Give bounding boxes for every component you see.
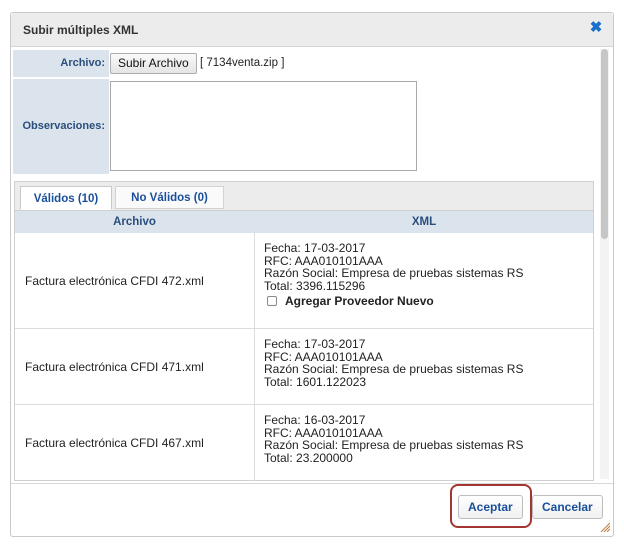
table-row: Factura electrónica CFDI 471.xml Fecha: … bbox=[15, 329, 593, 405]
row-file-name: Factura electrónica CFDI 467.xml bbox=[25, 436, 204, 450]
cancelar-button[interactable]: Cancelar bbox=[532, 495, 603, 519]
row-file-name: Factura electrónica CFDI 471.xml bbox=[25, 360, 204, 374]
row-xml-info: Fecha: 16-03-2017 RFC: AAA010101AAA Razó… bbox=[264, 414, 523, 464]
subir-archivo-button[interactable]: Subir Archivo bbox=[110, 53, 197, 74]
row-fecha: Fecha: 16-03-2017 bbox=[264, 413, 366, 427]
dialog-titlebar[interactable]: Subir múltiples XML ✖ bbox=[11, 13, 613, 47]
content-scrollbar[interactable] bbox=[600, 49, 609, 479]
agregar-proveedor-checkbox[interactable] bbox=[267, 296, 277, 307]
dialog-resize-icon[interactable] bbox=[600, 522, 610, 532]
row-razon-social: Razón Social: Empresa de pruebas sistema… bbox=[264, 438, 524, 452]
table-row: Factura electrónica CFDI 472.xml Fecha: … bbox=[15, 233, 593, 329]
dialog-content: Archivo: Subir Archivo [ 7134venta.zip ]… bbox=[11, 47, 599, 481]
observaciones-label: Observaciones: bbox=[13, 79, 109, 174]
column-divider bbox=[254, 329, 255, 404]
table-row: Factura electrónica CFDI 467.xml Fecha: … bbox=[15, 405, 593, 481]
column-header-xml: XML bbox=[411, 216, 437, 228]
subir-xml-dialog: Subir múltiples XML ✖ Archivo: Subir Arc… bbox=[10, 12, 614, 537]
dialog-title: Subir múltiples XML bbox=[23, 23, 139, 37]
uploaded-file-name: [ 7134venta.zip ] bbox=[200, 57, 285, 69]
column-header-archivo: Archivo bbox=[113, 216, 156, 228]
results-tabs: Válidos (10) No Válidos (0) Archivo XML … bbox=[14, 181, 594, 481]
archivo-label: Archivo: bbox=[13, 50, 109, 77]
tab-bar: Válidos (10) No Válidos (0) bbox=[15, 182, 593, 211]
row-fecha: Fecha: 17-03-2017 bbox=[264, 337, 366, 351]
row-razon-social: Razón Social: Empresa de pruebas sistema… bbox=[264, 266, 524, 280]
close-icon[interactable]: ✖ bbox=[589, 20, 603, 35]
scrollbar-thumb[interactable] bbox=[601, 49, 608, 239]
row-xml-info: Fecha: 17-03-2017 RFC: AAA010101AAA Razó… bbox=[264, 338, 523, 388]
row-xml-info: Fecha: 17-03-2017 RFC: AAA010101AAA Razó… bbox=[264, 242, 523, 308]
tab-no-validos[interactable]: No Válidos (0) bbox=[115, 186, 224, 209]
column-divider bbox=[254, 405, 255, 481]
agregar-proveedor-option[interactable]: Agregar Proveedor Nuevo bbox=[264, 295, 523, 308]
row-total: Total: 3396.115296 bbox=[264, 278, 366, 293]
row-total: Total: 1601.122023 bbox=[264, 374, 367, 389]
row-fecha: Fecha: 17-03-2017 bbox=[264, 241, 366, 255]
row-total: Total: 23.200000 bbox=[264, 450, 353, 465]
observaciones-textarea[interactable] bbox=[110, 81, 417, 171]
table-header: Archivo XML bbox=[15, 211, 593, 233]
column-divider bbox=[254, 233, 255, 328]
row-razon-social: Razón Social: Empresa de pruebas sistema… bbox=[264, 362, 524, 376]
agregar-proveedor-label: Agregar Proveedor Nuevo bbox=[285, 294, 434, 308]
tab-validos[interactable]: Válidos (10) bbox=[20, 186, 112, 210]
aceptar-button[interactable]: Aceptar bbox=[458, 495, 523, 519]
row-file-name: Factura electrónica CFDI 472.xml bbox=[25, 274, 204, 288]
